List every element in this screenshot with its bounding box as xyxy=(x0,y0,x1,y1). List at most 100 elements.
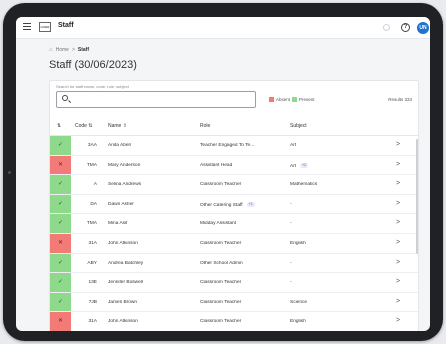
staff-name: John Atkinson xyxy=(108,240,138,246)
chevron-right-icon[interactable]: > xyxy=(396,259,400,266)
breadcrumb-separator: > xyxy=(71,47,75,53)
table-header: ⇅ Code ⇅ Name ⇧ Role Subject xyxy=(50,117,418,136)
camera-dot xyxy=(8,171,11,174)
scrollbar-thumb[interactable] xyxy=(416,139,418,254)
table-row[interactable]: ✓ 3AA Anita Abell Teacher Engaged To Te... A… xyxy=(50,136,418,156)
staff-role: Classroom Teacher xyxy=(200,319,282,324)
table-row[interactable]: ✓ DA Dawn Asher Other Catering Staff +1 - > xyxy=(50,194,418,215)
chevron-right-icon[interactable]: > xyxy=(396,219,400,226)
role-extra-badge[interactable]: +1 xyxy=(246,201,255,207)
staff-code: 31A xyxy=(88,240,97,246)
present-check-icon[interactable]: ✓ xyxy=(50,136,71,155)
chevron-right-icon[interactable]: > xyxy=(396,180,400,187)
table-row[interactable]: ✓ A Selina Andrews Classroom Teacher Mathema… xyxy=(50,175,418,195)
absent-legend-label: Absent xyxy=(276,97,291,102)
user-avatar[interactable]: UN xyxy=(417,22,429,34)
loading-spinner-icon xyxy=(383,24,390,31)
present-check-icon[interactable]: ✓ xyxy=(50,175,71,194)
staff-code: DA xyxy=(90,201,97,207)
tablet-frame: LOGO Staff ? UN ⌂ Home > Staff Staff (30… xyxy=(3,3,443,341)
search-input[interactable] xyxy=(73,94,251,105)
name-column-header[interactable]: Name ⇧ xyxy=(108,123,127,129)
staff-name: Selina Andrews xyxy=(108,182,142,188)
chevron-right-icon[interactable]: > xyxy=(396,298,400,305)
table-row[interactable]: ✓ TMA Mina Asif Midday Assistant - > xyxy=(50,214,418,234)
table-row[interactable]: ✕ 31A John Atkinson Classroom Teacher Englis… xyxy=(50,312,418,331)
staff-role-text: Assistant Head xyxy=(200,162,233,168)
staff-role-text: Other Catering Staff xyxy=(200,202,243,208)
chevron-right-icon[interactable]: > xyxy=(396,141,400,148)
search-label: Search for staff name, code, role, subje… xyxy=(56,84,129,89)
screen: LOGO Staff ? UN ⌂ Home > Staff Staff (30… xyxy=(16,17,430,331)
absent-cross-icon[interactable]: ✕ xyxy=(50,312,71,331)
hamburger-menu-icon[interactable] xyxy=(23,23,31,31)
code-column-header[interactable]: Code ⇅ xyxy=(75,123,93,129)
staff-role: Other School Admin xyxy=(200,261,282,266)
help-icon[interactable]: ? xyxy=(401,23,410,32)
table-row[interactable]: ✓ 7JB James Brown Classroom Teacher Science > xyxy=(50,292,418,313)
staff-code: A xyxy=(93,182,97,188)
chevron-right-icon[interactable]: > xyxy=(396,200,400,207)
staff-code: 3AA xyxy=(87,143,97,148)
staff-code: ABY xyxy=(87,260,97,266)
staff-code: TMA xyxy=(86,221,97,227)
staff-subject-text: Mathematics xyxy=(290,182,318,188)
status-sort-header[interactable]: ⇅ xyxy=(57,123,61,129)
staff-role: Classroom Teacher xyxy=(200,241,282,246)
staff-role: Classroom Teacher xyxy=(200,182,282,187)
home-icon[interactable]: ⌂ xyxy=(49,47,53,53)
chevron-right-icon[interactable]: > xyxy=(396,161,400,168)
staff-name: Mary Anderson xyxy=(108,162,141,168)
staff-name: Jennifer Boswell xyxy=(108,280,143,286)
present-check-icon[interactable]: ✓ xyxy=(50,214,71,233)
results-count: Results 333 xyxy=(388,97,412,102)
absent-cross-icon[interactable]: ✕ xyxy=(50,233,71,253)
chevron-right-icon[interactable]: > xyxy=(396,317,400,324)
staff-subject-text: English xyxy=(290,240,306,246)
present-legend-label: Present xyxy=(299,97,315,102)
staff-subject-text: Art xyxy=(290,143,297,148)
staff-subject: - xyxy=(290,202,370,207)
present-swatch xyxy=(292,97,298,102)
table-row[interactable]: ✓ 13E Jennifer Boswell Classroom Teacher - > xyxy=(50,273,418,293)
present-check-icon[interactable]: ✓ xyxy=(50,292,71,312)
absent-cross-icon[interactable]: ✕ xyxy=(50,155,71,175)
app-title: Staff xyxy=(58,22,74,29)
present-check-icon[interactable]: ✓ xyxy=(50,253,71,273)
table-row[interactable]: ✓ ABY Andrea Batchley Other School Admin - > xyxy=(50,253,418,274)
present-check-icon[interactable]: ✓ xyxy=(50,194,71,214)
page-title: Staff (30/06/2023) xyxy=(49,59,137,71)
present-check-icon[interactable]: ✓ xyxy=(50,273,71,292)
breadcrumb-home-link[interactable]: Home xyxy=(56,47,69,53)
staff-role: Midday Assistant xyxy=(200,221,282,226)
staff-role-text: Teacher Engaged To Te... xyxy=(200,143,255,148)
subject-column-header[interactable]: Subject xyxy=(290,123,307,129)
staff-subject: Science xyxy=(290,300,370,305)
subject-extra-badge[interactable]: +2 xyxy=(300,162,309,168)
chevron-right-icon[interactable]: > xyxy=(396,278,400,285)
staff-role: Assistant Head xyxy=(200,163,282,168)
staff-subject-text: - xyxy=(290,201,292,207)
staff-subject: English xyxy=(290,241,370,246)
app-logo[interactable]: LOGO xyxy=(39,22,51,32)
top-bar: LOGO Staff ? UN xyxy=(16,17,430,39)
staff-subject-text: - xyxy=(290,221,292,227)
staff-role-text: Classroom Teacher xyxy=(200,299,242,305)
breadcrumb: ⌂ Home > Staff xyxy=(49,47,89,53)
table-row[interactable]: ✕ 31A John Atkinson Classroom Teacher Englis… xyxy=(50,233,418,254)
staff-name: Andrea Batchley xyxy=(108,260,144,266)
staff-role-text: Classroom Teacher xyxy=(200,280,242,286)
role-column-header[interactable]: Role xyxy=(200,123,210,129)
chevron-right-icon[interactable]: > xyxy=(396,239,400,246)
staff-code: 13E xyxy=(88,280,97,286)
absent-swatch xyxy=(269,97,274,102)
search-box[interactable] xyxy=(56,91,256,108)
staff-role: Classroom Teacher xyxy=(200,300,282,305)
staff-role-text: Classroom Teacher xyxy=(200,182,242,188)
staff-subject: Art +2 xyxy=(290,162,370,169)
staff-subject: Art xyxy=(290,143,370,148)
table-row[interactable]: ✕ TMA Mary Anderson Assistant Head Art +2 > xyxy=(50,155,418,176)
staff-code: 7JB xyxy=(88,299,97,305)
staff-subject-text: - xyxy=(290,260,292,266)
staff-subject: English xyxy=(290,319,370,324)
